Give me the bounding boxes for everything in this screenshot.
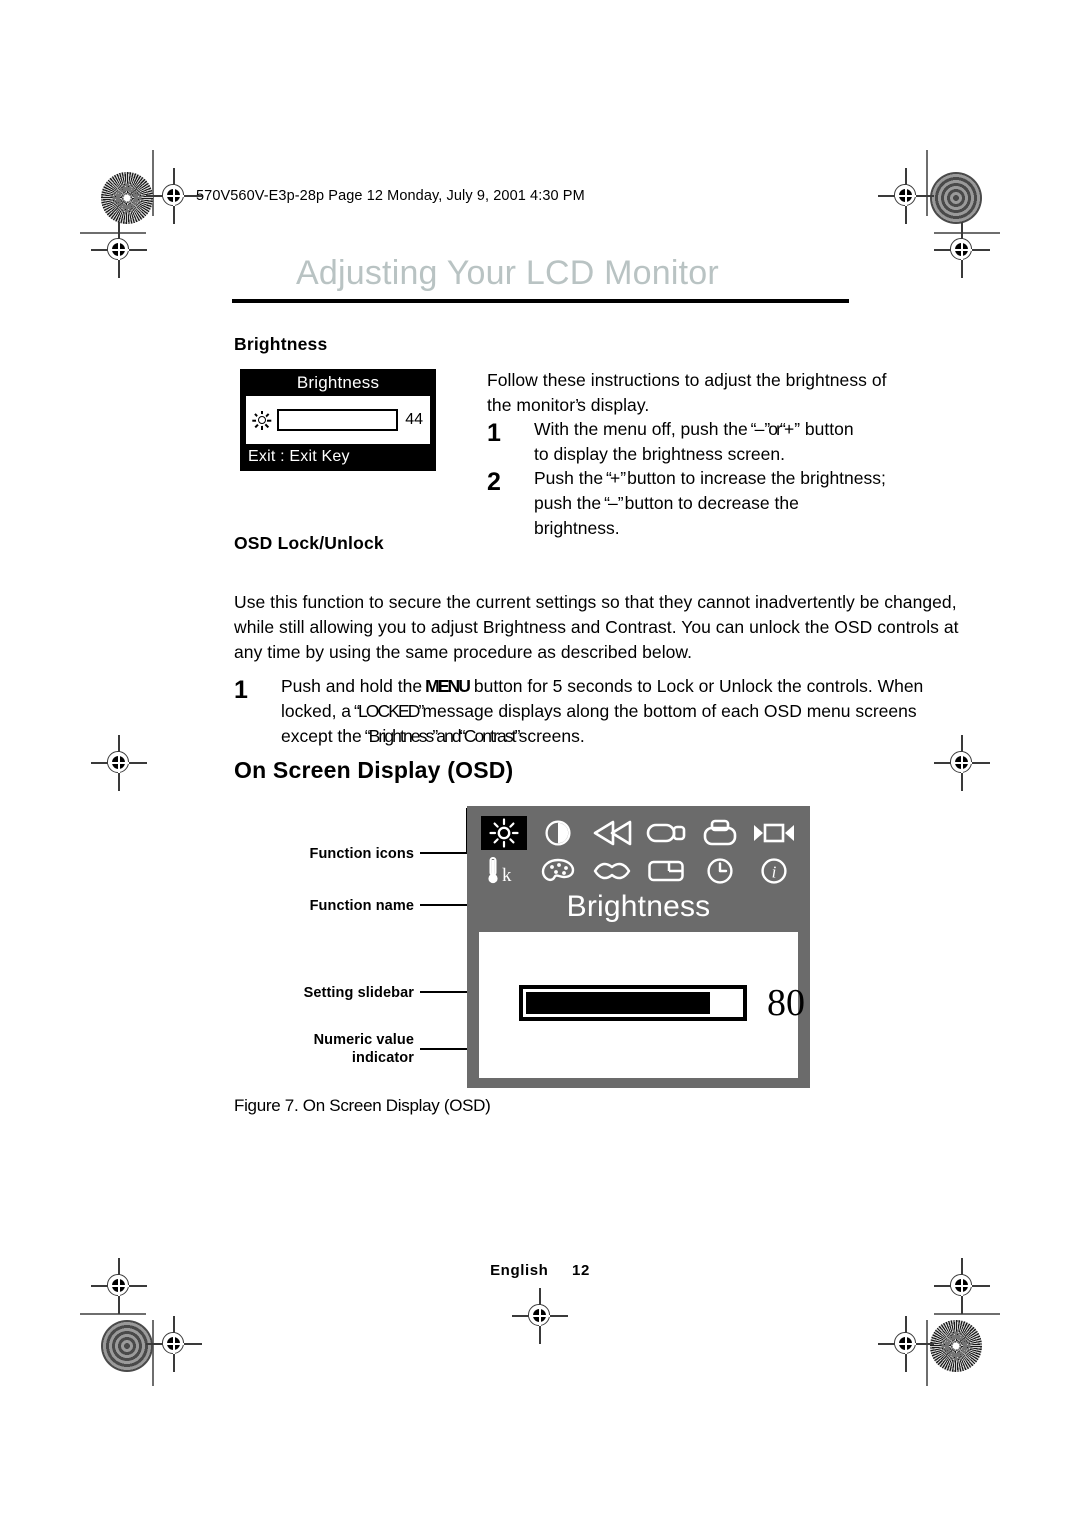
registration-mark-icon (512, 1288, 568, 1344)
intro-line-2a: the monitor (487, 395, 576, 415)
heading-osd-lock-unlock: OSD Lock/Unlock (234, 533, 384, 553)
osd-lock-paragraph: Use this function to secure the current … (234, 590, 959, 665)
lock-step-text-d: locked, a (281, 701, 352, 721)
lock-step-text-m: screens. (518, 726, 585, 746)
step1-plus-symbol: + (783, 419, 795, 439)
registration-mark-icon (146, 168, 202, 224)
osd-value-panel: 80 (479, 932, 805, 1078)
step1-text-c: or (768, 419, 782, 439)
registration-mark-icon (934, 735, 990, 791)
svg-text:i: i (772, 863, 777, 882)
osd-preview-title: Brightness (296, 373, 380, 392)
brightness-step-1: With the menu off, push the “–”or“+” but… (534, 419, 854, 464)
callout-setting-slidebar: Setting slidebar (303, 985, 414, 1001)
lock-step-text-g: except the (281, 726, 362, 746)
registration-mark-icon (878, 168, 934, 224)
sun-icon (252, 410, 272, 430)
registration-mark-icon (91, 222, 147, 278)
osd-setting-slidebar[interactable] (519, 985, 747, 1021)
color-temperature-icon[interactable]: k (481, 854, 527, 888)
lock-step-text-a: Push and hold the (281, 676, 423, 696)
resolution-target-star-icon (930, 1320, 982, 1372)
footer-page-number: 12 (572, 1262, 590, 1279)
numeric-callout-line-1: Numeric value (313, 1032, 414, 1048)
registration-mark-icon (91, 735, 147, 791)
numeric-callout-line-2: indicator (351, 1050, 414, 1066)
menu-button-label: MENU (425, 676, 471, 696)
lock-step-text-c: button for 5 seconds to Lock or Unlock t… (473, 676, 924, 696)
step1-text-a: With the menu off, push the (534, 419, 748, 439)
callout-function-icons: Function icons (309, 846, 414, 862)
brightness-slider[interactable] (277, 409, 399, 431)
title-divider (232, 299, 849, 303)
step1-minus-symbol: – (754, 419, 765, 439)
size-icon[interactable] (751, 816, 797, 850)
osd-figure: k i Brightness 80 (467, 806, 810, 1088)
step2-minus-symbol: – (608, 493, 618, 513)
osd-preview-panel: 44 (246, 396, 430, 444)
osd-preview-exit-label: Exit : Exit Key (248, 448, 350, 465)
step2-text-a: Push the (534, 468, 604, 488)
leader-line (420, 852, 468, 854)
step2-text-c: button to increase the brightness; (627, 468, 886, 488)
step-number: 1 (487, 419, 501, 447)
svg-text:k: k (502, 865, 512, 886)
step2-text-f: button to decrease the (624, 493, 799, 513)
osd-icon-row-2: k i (481, 852, 797, 890)
osd-lock-step-1: Push and hold the MENU button for 5 seco… (281, 676, 924, 746)
information-icon[interactable]: i (751, 854, 797, 888)
shape-icon[interactable] (697, 816, 743, 850)
color-adjust-icon[interactable] (589, 854, 635, 888)
v-position-icon[interactable] (643, 816, 689, 850)
color-palette-icon[interactable] (535, 854, 581, 888)
brightness-step-2: Push the “+” button to increase the brig… (534, 468, 886, 538)
contrast-icon[interactable] (535, 816, 581, 850)
lock-step-text-f: message displays along the bottom of eac… (422, 701, 917, 721)
callout-function-name: Function name (309, 898, 414, 914)
step1-line-2: to display the brightness screen. (534, 444, 785, 464)
footer-language: English (490, 1262, 549, 1279)
document-header-stamp: 570V560V-E3p-28p Page 12 Monday, July 9,… (196, 188, 585, 204)
brightness-screen-label: Brightness (368, 726, 435, 746)
brightness-osd-preview: Brightness 44 Exit : Exit Key (240, 369, 436, 471)
heading-brightness: Brightness (234, 334, 328, 354)
callout-numeric-value-indicator: Numeric value indicator (278, 1031, 414, 1067)
registration-mark-icon (146, 1316, 202, 1372)
page-title: Adjusting Your LCD Monitor (296, 254, 719, 292)
intro-line-2b: s display. (577, 395, 650, 415)
osd-numeric-value: 80 (767, 982, 805, 1024)
step-number: 1 (234, 676, 248, 704)
h-position-icon[interactable] (589, 816, 635, 850)
step-number: 2 (487, 468, 501, 496)
brightness-sun-icon[interactable] (481, 816, 527, 850)
brightness-value: 44 (405, 411, 423, 428)
osd-function-name: Brightness (566, 890, 711, 923)
intro-line-1: Follow these instructions to adjust the … (487, 370, 887, 390)
step2-text-d: push the (534, 493, 602, 513)
lock-para-line-3: any time by using the same procedure as … (234, 642, 693, 662)
figure-caption: Figure 7. On Screen Display (OSD) (234, 1096, 491, 1115)
lock-step-text-j: and (436, 726, 461, 746)
lock-para-line-2: while still allowing you to adjust Brigh… (234, 617, 959, 637)
contrast-screen-label: Contrast (463, 726, 517, 746)
lock-para-line-1: Use this function to secure the current … (234, 592, 957, 612)
step2-plus-symbol: + (609, 468, 621, 488)
heading-on-screen-display: On Screen Display (OSD) (234, 757, 514, 783)
registration-target-ring-icon (930, 172, 982, 224)
osd-position-icon[interactable] (643, 854, 689, 888)
registration-mark-icon (934, 222, 990, 278)
locked-message-label: LOCKED (357, 701, 420, 721)
brightness-intro-paragraph: Follow these instructions to adjust the … (487, 370, 887, 415)
step2-line-3: brightness. (534, 518, 620, 538)
osd-timer-icon[interactable] (697, 854, 743, 888)
step1-text-e: button (804, 419, 854, 439)
page-footer: English 12 (0, 1262, 1080, 1279)
osd-function-icon-grid: k i (481, 814, 797, 890)
registration-mark-icon (878, 1316, 934, 1372)
osd-icon-row-1 (481, 814, 797, 852)
